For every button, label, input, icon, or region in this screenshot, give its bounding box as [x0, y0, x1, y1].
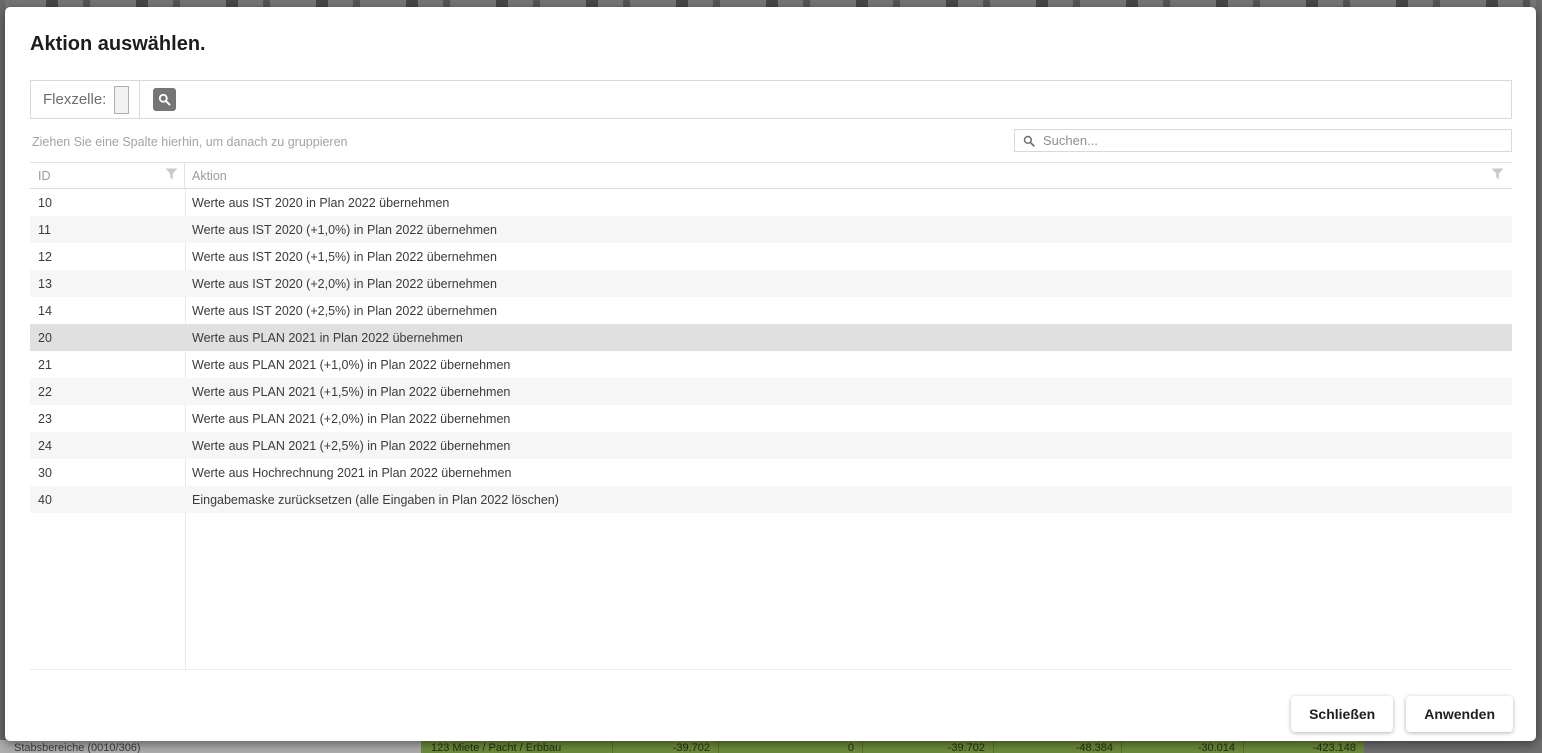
background-right-edge [1536, 0, 1542, 753]
table-row[interactable]: 11 Werte aus IST 2020 (+1,0%) in Plan 20… [30, 216, 1512, 243]
row-aktion-cell[interactable]: Werte aus PLAN 2021 (+2,5%) in Plan 2022… [185, 439, 1512, 453]
action-table: ID Aktion 10 Werte aus IST 2020 in Plan … [30, 162, 1512, 670]
row-aktion-cell[interactable]: Werte aus PLAN 2021 (+2,0%) in Plan 2022… [185, 412, 1512, 426]
row-aktion-cell[interactable]: Werte aus IST 2020 in Plan 2022 übernehm… [185, 196, 1512, 210]
flexcell-label: Flexzelle: [43, 91, 106, 108]
filter-icon[interactable] [1491, 168, 1504, 183]
column-header-aktion[interactable]: Aktion [185, 163, 1512, 188]
table-row[interactable]: 40 Eingabemaske zurücksetzen (alle Einga… [30, 486, 1512, 513]
background-account-cell: 123 Miete / Pacht / Erbbau [421, 740, 612, 753]
row-id-cell[interactable]: 21 [30, 358, 185, 372]
flexcell-search-button[interactable] [153, 88, 176, 111]
background-value-cell: -423.148 [1243, 740, 1364, 753]
search-icon [1023, 135, 1035, 147]
table-row[interactable]: 14 Werte aus IST 2020 (+2,5%) in Plan 20… [30, 297, 1512, 324]
table-body: 10 Werte aus IST 2020 in Plan 2022 übern… [30, 189, 1512, 670]
row-id-cell[interactable]: 22 [30, 385, 185, 399]
row-id-cell[interactable]: 30 [30, 466, 185, 480]
row-aktion-cell[interactable]: Werte aus IST 2020 (+1,5%) in Plan 2022 … [185, 250, 1512, 264]
background-value-cell: -39.702 [612, 740, 718, 753]
row-id-cell[interactable]: 24 [30, 439, 185, 453]
background-filler [1364, 740, 1542, 753]
row-aktion-cell[interactable]: Werte aus Hochrechnung 2021 in Plan 2022… [185, 466, 1512, 480]
table-row[interactable]: 24 Werte aus PLAN 2021 (+2,5%) in Plan 2… [30, 432, 1512, 459]
close-button[interactable]: Schließen [1291, 696, 1393, 732]
search-icon [158, 93, 171, 106]
row-id-cell[interactable]: 11 [30, 223, 185, 237]
row-id-cell[interactable]: 13 [30, 277, 185, 291]
column-header-aktion-label: Aktion [192, 169, 227, 183]
apply-button[interactable]: Anwenden [1406, 696, 1513, 732]
table-row[interactable]: 10 Werte aus IST 2020 in Plan 2022 übern… [30, 189, 1512, 216]
table-row[interactable]: 12 Werte aus IST 2020 (+1,5%) in Plan 20… [30, 243, 1512, 270]
background-toolbar-fragment [0, 0, 1542, 7]
dialog-footer: Schließen Anwenden [1291, 696, 1513, 732]
toolbar-divider [139, 81, 140, 118]
table-search-box [1014, 129, 1512, 152]
background-table-row: Stabsbereiche (0010/306) 123 Miete / Pac… [0, 740, 1542, 753]
table-row[interactable]: 22 Werte aus PLAN 2021 (+1,5%) in Plan 2… [30, 378, 1512, 405]
row-aktion-cell[interactable]: Werte aus PLAN 2021 in Plan 2022 überneh… [185, 331, 1512, 345]
table-row[interactable]: 23 Werte aus PLAN 2021 (+2,0%) in Plan 2… [30, 405, 1512, 432]
row-id-cell[interactable]: 14 [30, 304, 185, 318]
table-header: ID Aktion [30, 162, 1512, 189]
row-aktion-cell[interactable]: Werte aus PLAN 2021 (+1,0%) in Plan 2022… [185, 358, 1512, 372]
background-value-cell: 0 [718, 740, 862, 753]
row-id-cell[interactable]: 10 [30, 196, 185, 210]
background-value-cell: -48.384 [993, 740, 1121, 753]
row-id-cell[interactable]: 12 [30, 250, 185, 264]
row-id-cell[interactable]: 20 [30, 331, 185, 345]
flexcell-toolbar: Flexzelle: [30, 80, 1512, 119]
background-value-cell: -30.014 [1121, 740, 1243, 753]
row-id-cell[interactable]: 23 [30, 412, 185, 426]
row-aktion-cell[interactable]: Eingabemaske zurücksetzen (alle Eingaben… [185, 493, 1512, 507]
column-header-id-label: ID [38, 169, 51, 183]
search-input[interactable] [1041, 130, 1511, 151]
table-row[interactable]: 30 Werte aus Hochrechnung 2021 in Plan 2… [30, 459, 1512, 486]
row-aktion-cell[interactable]: Werte aus PLAN 2021 (+1,5%) in Plan 2022… [185, 385, 1512, 399]
group-by-drop-zone[interactable]: Ziehen Sie eine Spalte hierhin, um danac… [32, 135, 348, 149]
filter-icon[interactable] [165, 168, 178, 183]
row-aktion-cell[interactable]: Werte aus IST 2020 (+2,5%) in Plan 2022 … [185, 304, 1512, 318]
row-aktion-cell[interactable]: Werte aus IST 2020 (+2,0%) in Plan 2022 … [185, 277, 1512, 291]
flexcell-input[interactable] [114, 86, 129, 114]
column-header-id[interactable]: ID [30, 163, 185, 188]
table-row[interactable]: 21 Werte aus PLAN 2021 (+1,0%) in Plan 2… [30, 351, 1512, 378]
dialog-title: Aktion auswählen. [30, 33, 206, 56]
background-value-cell: -39.702 [862, 740, 993, 753]
background-row-label: Stabsbereiche (0010/306) [0, 740, 421, 753]
table-row[interactable]: 20 Werte aus PLAN 2021 in Plan 2022 über… [30, 324, 1512, 351]
row-id-cell[interactable]: 40 [30, 493, 185, 507]
action-select-dialog: Aktion auswählen. Flexzelle: Ziehen Sie … [5, 7, 1536, 741]
table-row[interactable]: 13 Werte aus IST 2020 (+2,0%) in Plan 20… [30, 270, 1512, 297]
row-aktion-cell[interactable]: Werte aus IST 2020 (+1,0%) in Plan 2022 … [185, 223, 1512, 237]
